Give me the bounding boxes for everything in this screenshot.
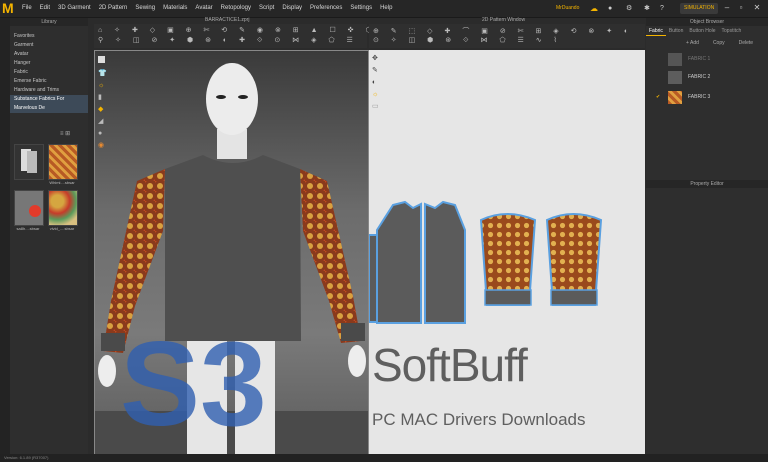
fabric-1-name: FABRIC 1 (688, 56, 711, 62)
app-logo-icon: M (2, 0, 14, 16)
library-item-avatar[interactable]: Avatar (10, 50, 88, 59)
view-toggle-icon[interactable]: ≡ ⊞ (60, 130, 70, 137)
cloud-icon[interactable]: ☁ (590, 0, 598, 17)
toolbar-2d: ⊕ ✎ ⬚ ◇ ✚ ⌒ ▣ ⊘ ✄ ⊞ ◈ ⟲ ⊗ ✦ ◐ ⊙ ✧ ◫ ⬢ ⊛ … (369, 24, 645, 48)
object-browser-panel: Object Browser Fabric Button Button Hole… (646, 18, 768, 462)
menu-avatar[interactable]: Avatar (195, 0, 212, 17)
library-item-hanger[interactable]: Hanger (10, 59, 88, 68)
object-browser-title: Object Browser (646, 18, 768, 26)
fabric-2-swatch (668, 71, 682, 84)
menu-preferences[interactable]: Preferences (310, 0, 342, 17)
toolbar-2d-icons[interactable]: ⊕ ✎ ⬚ ◇ ✚ ⌒ ▣ ⊘ ✄ ⊞ ◈ ⟲ ⊗ ✦ ◐ (373, 26, 633, 36)
library-item-emerse-fabric[interactable]: Emerse Fabric (10, 77, 88, 86)
thumb-fabric-1-label: Whimi....sbsar (49, 180, 75, 185)
fabric-3-swatch (668, 91, 682, 104)
maximize-icon[interactable]: ▫ (736, 3, 746, 13)
menu-file[interactable]: File (22, 0, 32, 17)
library-item-favorites[interactable]: Favorites (10, 32, 88, 41)
tab-fabric[interactable]: Fabric (646, 26, 666, 36)
pattern-window-2d[interactable]: ✥ ✎ ◐ ☼ ▭ (369, 50, 645, 454)
thumb-fabric-2-label: sa8h....sbsar (16, 226, 40, 231)
toolbar-3d: ⌂ ✧ ✚ ◇ ▣ ⊕ ✄ ⟲ ✎ ◉ ⊗ ⊞ ▲ ☐ ✜ ⬡ ⚲ ✧ ◫ ⊘ … (94, 24, 372, 48)
view2d-title: 2D Pattern Window (482, 17, 526, 23)
menu-script[interactable]: Script (259, 0, 274, 17)
svg-text:S3: S3 (120, 330, 267, 440)
library-item-fabric[interactable]: Fabric (10, 68, 88, 77)
user-icon[interactable]: ● (608, 0, 612, 17)
close-icon[interactable]: ✕ (752, 3, 762, 13)
tab-button-hole[interactable]: Button Hole (686, 26, 718, 36)
library-item-garment[interactable]: Garment (10, 41, 88, 50)
simulation-toggle[interactable]: SIMULATION (680, 3, 719, 14)
thumb-fabric-3-label: vivid_....sbsar (49, 226, 75, 231)
thumb-fabric-2[interactable] (14, 190, 44, 226)
view3d-title: BARRACTICE1.zprj (205, 17, 250, 23)
status-bar: Version: 6.1.89 (R37007) (0, 454, 768, 462)
pattern-pieces (369, 200, 603, 324)
tab-topstitch[interactable]: Topstitch (719, 26, 745, 36)
checkmark-icon: ✔ (656, 94, 661, 100)
menu-bar: M File Edit 3D Garment 2D Pattern Sewing… (0, 0, 768, 18)
watermark-subtitle: PC MAC Drivers Downloads (372, 410, 586, 429)
fabric-row-1[interactable]: FABRIC 1 (646, 52, 768, 67)
minimize-icon[interactable]: – (722, 3, 732, 13)
library-item-hardware[interactable]: Hardware and Trims (10, 86, 88, 95)
thumb-folder[interactable] (14, 144, 44, 180)
fabric-1-swatch (668, 53, 682, 66)
toolbar-3d-icons[interactable]: ⌂ ✧ ✚ ◇ ▣ ⊕ ✄ ⟲ ✎ ◉ ⊗ ⊞ ▲ ☐ ✜ ⬡ (98, 26, 377, 34)
menu-sewing[interactable]: Sewing (135, 0, 155, 17)
library-item-substance-fabrics[interactable]: Substance Fabrics For Marvelous De (10, 95, 88, 113)
folder-icon (21, 149, 37, 173)
fabric-2-name: FABRIC 2 (688, 74, 711, 80)
fabric-3-name: FABRIC 3 (688, 94, 711, 100)
library-panel: Library Favorites Garment Avatar Hanger … (10, 18, 88, 462)
watermark-brand: SoftBuff (372, 339, 528, 391)
settings-icon[interactable]: ✱ (644, 0, 650, 17)
menu-3d-garment[interactable]: 3D Garment (58, 0, 91, 17)
toolbar-2d-icons-row2[interactable]: ⊙ ✧ ◫ ⬢ ⊛ ⟐ ⋈ ⬠ ☰ ∿ ⌇ (373, 36, 562, 45)
toolbar-3d-icons-row2[interactable]: ⚲ ✧ ◫ ⊘ ✦ ⬢ ⊛ ◐ ✚ ⟐ ⊙ ⋈ ◈ ⬠ ☰ (98, 36, 358, 45)
user-name[interactable]: MrDuando (556, 0, 579, 17)
help-icon[interactable]: ? (660, 0, 664, 17)
menu-display[interactable]: Display (282, 0, 302, 17)
menu-retopology[interactable]: Retopology (221, 0, 251, 17)
thumb-fabric-3[interactable] (48, 190, 78, 226)
menu-materials[interactable]: Materials (163, 0, 187, 17)
property-editor-title: Property Editor (646, 180, 768, 188)
tab-button[interactable]: Button (666, 26, 686, 36)
menu-settings[interactable]: Settings (350, 0, 372, 17)
fabric-swatch-red (29, 205, 41, 217)
gear-icon[interactable]: ⚙ (626, 0, 632, 17)
add-fabric-button[interactable]: + Add (686, 40, 699, 46)
copy-fabric-button[interactable]: Copy (713, 40, 725, 46)
fabric-row-2[interactable]: FABRIC 2 (646, 70, 768, 85)
menu-help[interactable]: Help (380, 0, 392, 17)
delete-fabric-button[interactable]: Delete (739, 40, 753, 46)
menu-2d-pattern[interactable]: 2D Pattern (99, 0, 128, 17)
fabric-actions: + Add Copy Delete (686, 40, 753, 46)
menu-edit[interactable]: Edit (40, 0, 50, 17)
simulation-label: SIMULATION (684, 5, 715, 11)
version-text: Version: 6.1.89 (R37007) (4, 455, 49, 460)
object-browser-tabs: Fabric Button Button Hole Topstitch (646, 26, 768, 36)
watermark-logo-icon: S3 (120, 330, 267, 440)
library-title: Library (10, 18, 88, 26)
fabric-row-3[interactable]: ✔ FABRIC 3 (646, 90, 768, 105)
thumb-fabric-1[interactable] (48, 144, 78, 180)
main-menu: File Edit 3D Garment 2D Pattern Sewing M… (22, 0, 392, 17)
